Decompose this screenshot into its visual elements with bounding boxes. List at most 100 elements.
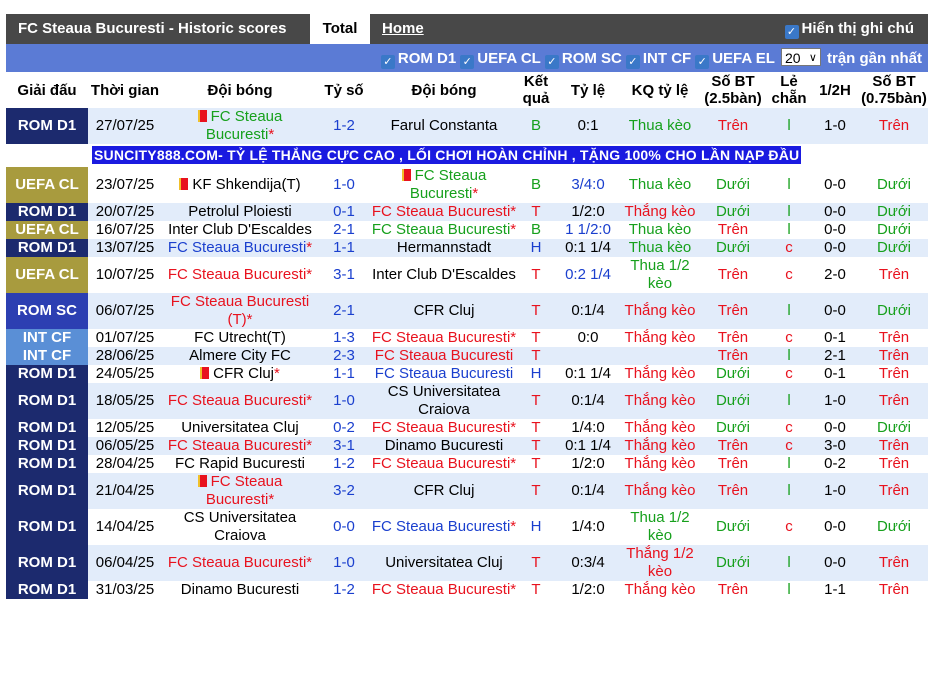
match-score[interactable]: 1-2 <box>318 108 370 144</box>
home-team-name[interactable]: FC Steaua Bucuresti <box>168 437 306 454</box>
handicap-odds: 0:2 1/4 <box>554 257 622 293</box>
match-score[interactable]: 0-1 <box>318 203 370 221</box>
home-team-name[interactable]: KF Shkendija(T) <box>192 176 300 193</box>
tab-total[interactable]: Total <box>310 14 370 44</box>
column-header: Giải đấu <box>6 72 88 108</box>
match-score[interactable]: 3-1 <box>318 257 370 293</box>
home-team-name[interactable]: FC Steaua Bucuresti <box>168 266 306 283</box>
away-team-name[interactable]: CFR Cluj <box>414 302 475 319</box>
league-badge[interactable]: ROM D1 <box>6 419 88 437</box>
checkbox-icon[interactable]: ✓ <box>784 25 799 39</box>
filter-rom-d1[interactable]: ✓ ROM D1 <box>380 50 456 69</box>
league-badge[interactable]: ROM D1 <box>6 473 88 509</box>
league-badge[interactable]: UEFA CL <box>6 167 88 203</box>
show-notes-toggle[interactable]: ✓ Hiển thị ghi chú <box>784 20 914 39</box>
away-team-name[interactable]: FC Steaua Bucuresti <box>372 518 510 535</box>
away-team-name[interactable]: FC Steaua Bucuresti <box>372 581 510 598</box>
handicap-odds: 0:3/4 <box>554 545 622 581</box>
away-team-cell: FC Steaua Bucuresti* <box>370 167 518 203</box>
promo-banner[interactable]: SUNCITY888.COM- TỶ LỆ THẮNG CỰC CAO , LỐ… <box>6 144 928 167</box>
promo-banner-text[interactable]: SUNCITY888.COM- TỶ LỆ THẮNG CỰC CAO , LỐ… <box>92 146 802 164</box>
match-score[interactable]: 1-1 <box>318 365 370 383</box>
league-badge[interactable]: ROM D1 <box>6 455 88 473</box>
home-team-name[interactable]: FC Rapid Bucuresti <box>175 455 305 472</box>
match-score[interactable]: 2-1 <box>318 293 370 329</box>
league-badge[interactable]: ROM D1 <box>6 108 88 144</box>
match-score[interactable]: 3-1 <box>318 437 370 455</box>
star-icon: * <box>246 311 253 328</box>
away-team-name[interactable]: CS Universitatea Craiova <box>388 383 501 418</box>
checkbox-icon[interactable]: ✓ <box>695 55 710 69</box>
match-date: 24/05/25 <box>88 365 162 383</box>
league-badge[interactable]: ROM D1 <box>6 239 88 257</box>
column-header: Đội bóng <box>162 72 318 108</box>
checkbox-icon[interactable]: ✓ <box>460 55 475 69</box>
home-team-name[interactable]: FC Utrecht(T) <box>194 329 286 346</box>
match-score[interactable]: 1-2 <box>318 455 370 473</box>
filter-rom-sc[interactable]: ✓ ROM SC <box>544 50 622 69</box>
league-badge[interactable]: ROM D1 <box>6 581 88 599</box>
league-badge[interactable]: INT CF <box>6 347 88 365</box>
away-team-cell: Universitatea Cluj <box>370 545 518 581</box>
home-team-name[interactable]: Petrolul Ploiesti <box>188 203 291 220</box>
away-team-name[interactable]: Universitatea Cluj <box>385 554 503 571</box>
home-team-name[interactable]: FC Steaua Bucuresti <box>168 392 306 409</box>
away-team-name[interactable]: FC Steaua Bucuresti <box>372 221 510 238</box>
match-score[interactable]: 1-3 <box>318 329 370 347</box>
league-badge[interactable]: ROM D1 <box>6 383 88 419</box>
checkbox-icon[interactable]: ✓ <box>380 55 395 69</box>
match-score[interactable]: 1-0 <box>318 383 370 419</box>
table-row: ROM D1 27/07/25 FC Steaua Bucuresti* 1-2 Far… <box>6 108 928 144</box>
home-team-name[interactable]: Inter Club D'Escaldes <box>168 221 312 238</box>
league-badge[interactable]: ROM D1 <box>6 365 88 383</box>
filter-int-cf[interactable]: ✓ INT CF <box>625 50 691 69</box>
checkbox-icon[interactable]: ✓ <box>544 55 559 69</box>
tab-home[interactable]: Home <box>382 20 424 37</box>
home-team-name[interactable]: Almere City FC <box>189 347 291 364</box>
league-badge[interactable]: ROM SC <box>6 293 88 329</box>
home-team-name[interactable]: FC Steaua Bucuresti (T) <box>171 293 309 328</box>
league-badge[interactable]: ROM D1 <box>6 437 88 455</box>
away-team-name[interactable]: FC Steaua Bucuresti <box>375 365 513 382</box>
away-team-name[interactable]: FC Steaua Bucuresti <box>372 419 510 436</box>
away-team-name[interactable]: Dinamo Bucuresti <box>385 437 503 454</box>
home-team-name[interactable]: FC Steaua Bucuresti <box>168 239 306 256</box>
match-date: 12/05/25 <box>88 419 162 437</box>
home-team-cell: FC Rapid Bucuresti <box>162 455 318 473</box>
column-header: Tỷ lệ <box>554 72 622 108</box>
match-score[interactable]: 0-2 <box>318 419 370 437</box>
filter-uefa-el[interactable]: ✓ UEFA EL <box>695 50 775 69</box>
filter-uefa-cl[interactable]: ✓ UEFA CL <box>460 50 541 69</box>
match-score[interactable]: 2-1 <box>318 221 370 239</box>
home-team-name[interactable]: Dinamo Bucuresti <box>181 581 299 598</box>
home-team-name[interactable]: Universitatea Cluj <box>181 419 299 436</box>
league-badge[interactable]: UEFA CL <box>6 257 88 293</box>
match-score[interactable]: 1-2 <box>318 581 370 599</box>
match-score[interactable]: 0-0 <box>318 509 370 545</box>
away-team-name[interactable]: FC Steaua Bucuresti <box>375 347 513 364</box>
league-badge[interactable]: ROM D1 <box>6 203 88 221</box>
table-row: ROM D1 28/04/25 FC Rapid Bucuresti 1-2 FC St… <box>6 455 928 473</box>
away-team-name[interactable]: CFR Cluj <box>414 482 475 499</box>
match-date: 01/07/25 <box>88 329 162 347</box>
match-score[interactable]: 2-3 <box>318 347 370 365</box>
match-count-select[interactable]: 20 ∨ <box>780 48 821 66</box>
away-team-name[interactable]: FC Steaua Bucuresti <box>372 203 510 220</box>
league-badge[interactable]: ROM D1 <box>6 509 88 545</box>
league-badge[interactable]: INT CF <box>6 329 88 347</box>
checkbox-icon[interactable]: ✓ <box>625 55 640 69</box>
away-team-name[interactable]: FC Steaua Bucuresti <box>372 455 510 472</box>
match-score[interactable]: 1-1 <box>318 239 370 257</box>
away-team-name[interactable]: Inter Club D'Escaldes <box>372 266 516 283</box>
league-badge[interactable]: ROM D1 <box>6 545 88 581</box>
match-score[interactable]: 1-0 <box>318 167 370 203</box>
home-team-name[interactable]: CFR Cluj <box>213 365 274 382</box>
away-team-name[interactable]: FC Steaua Bucuresti <box>372 329 510 346</box>
away-team-name[interactable]: Hermannstadt <box>397 239 491 256</box>
home-team-name[interactable]: FC Steaua Bucuresti <box>168 554 306 571</box>
league-badge[interactable]: UEFA CL <box>6 221 88 239</box>
home-team-name[interactable]: CS Universitatea Craiova <box>184 509 297 544</box>
match-score[interactable]: 3-2 <box>318 473 370 509</box>
match-score[interactable]: 1-0 <box>318 545 370 581</box>
away-team-name[interactable]: Farul Constanta <box>391 117 498 134</box>
